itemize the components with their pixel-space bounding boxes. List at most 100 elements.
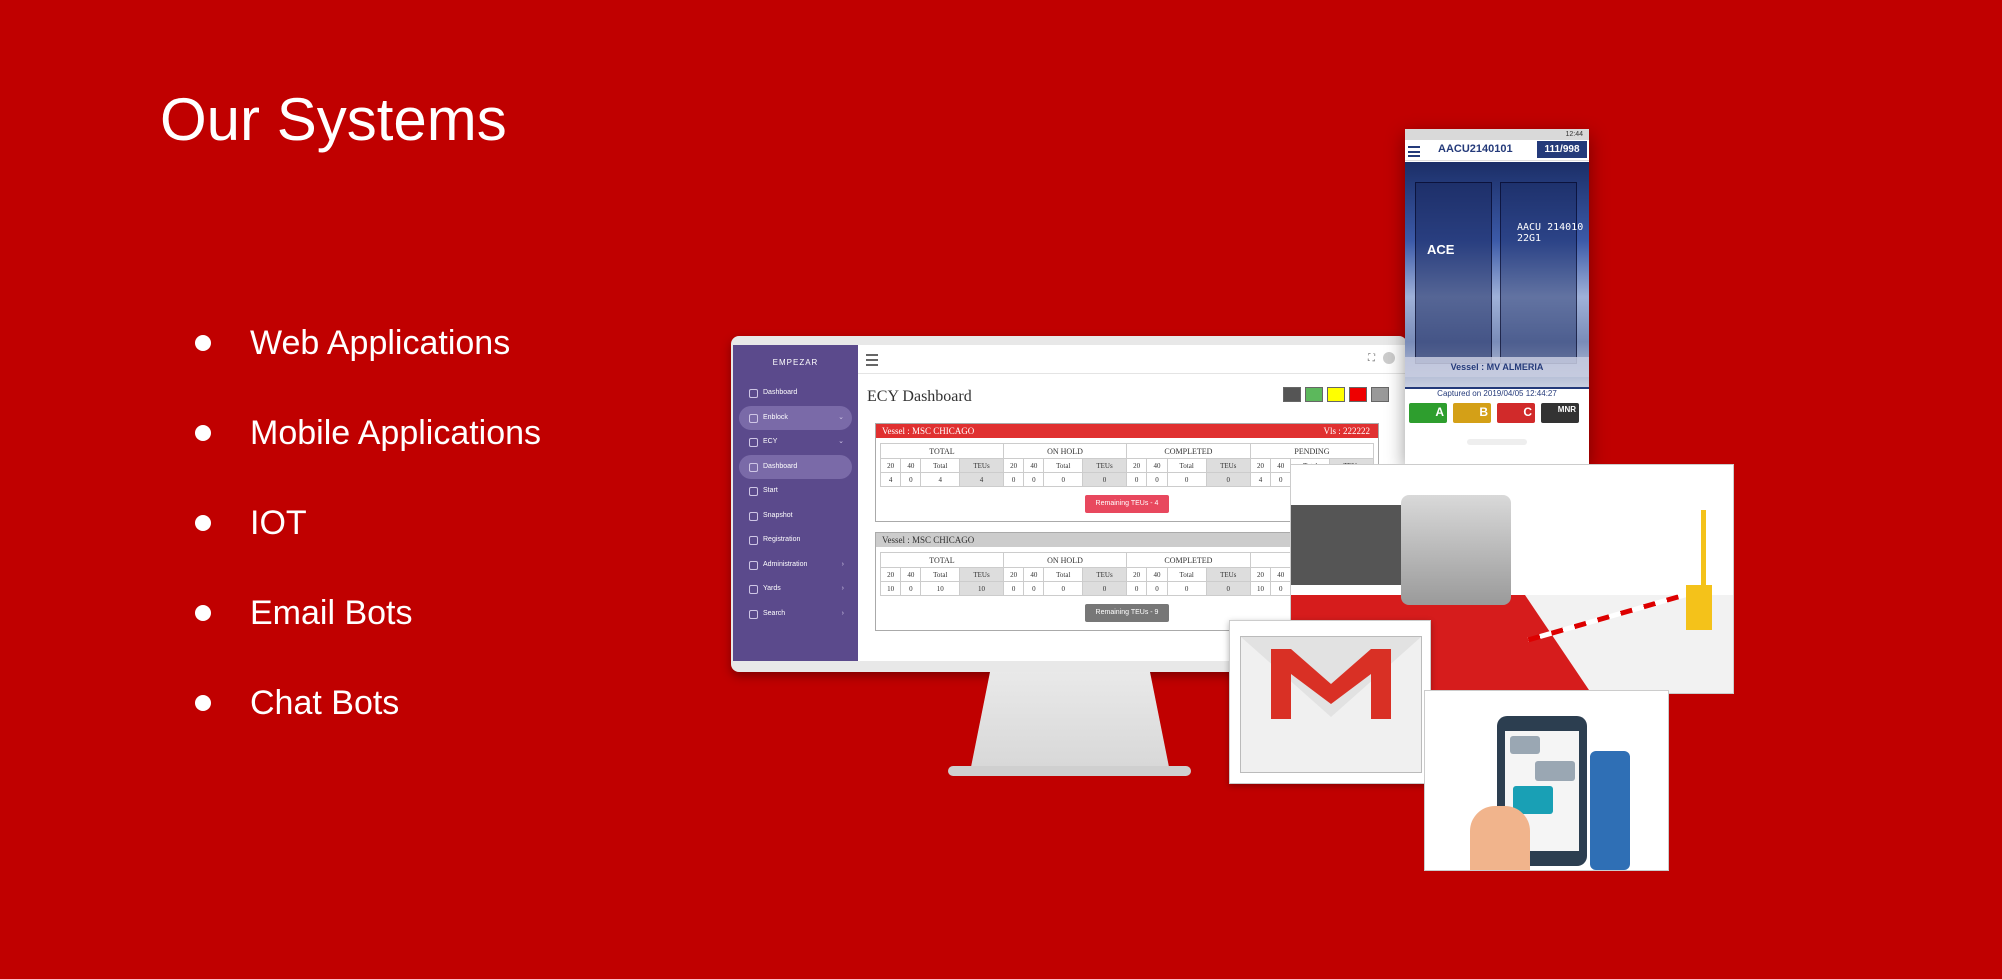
sidebar-items: Dashboard Enblock ⌄ ECY ⌄ Dashboard Start Snaps… bbox=[733, 381, 858, 626]
sidebar-item[interactable]: Registration bbox=[739, 528, 852, 553]
column-header: 40 bbox=[1146, 567, 1168, 582]
status-swatch[interactable] bbox=[1349, 387, 1367, 402]
table-cell: 0 bbox=[900, 581, 922, 596]
column-header: Total bbox=[1043, 567, 1084, 582]
table-cell: 0 bbox=[1125, 472, 1148, 487]
container-door bbox=[1415, 182, 1492, 364]
remaining-teus-button[interactable]: Remaining TEUs - 4 bbox=[1085, 495, 1169, 513]
column-header: 20 bbox=[1125, 567, 1148, 582]
envelope-icon bbox=[1240, 636, 1422, 773]
column-header: 20 bbox=[1125, 458, 1148, 473]
sidebar-item[interactable]: ECY ⌄ bbox=[739, 430, 852, 455]
sidebar-item[interactable]: Enblock ⌄ bbox=[739, 405, 852, 430]
grade-label: MNR bbox=[1557, 405, 1576, 414]
sidebar: EMPEZAR Dashboard Enblock ⌄ ECY ⌄ Dashboard St… bbox=[733, 345, 858, 661]
table-cell: 4 bbox=[920, 472, 961, 487]
chat-bubble-icon bbox=[1535, 761, 1575, 781]
remaining-teus-button[interactable]: Remaining TEUs - 9 bbox=[1085, 604, 1169, 622]
slide-title: Our Systems bbox=[160, 86, 507, 153]
column-header: 40 bbox=[1270, 458, 1292, 473]
status-swatch[interactable] bbox=[1305, 387, 1323, 402]
table-cell: 0 bbox=[1023, 581, 1045, 596]
grade-button[interactable]: B bbox=[1453, 403, 1491, 423]
table-cell: 0 bbox=[1270, 581, 1292, 596]
column-group-header: COMPLETED bbox=[1125, 443, 1251, 459]
sidebar-item-icon bbox=[749, 413, 758, 423]
chevron-icon: ⌄ bbox=[838, 438, 844, 445]
bullet-item: IOT bbox=[195, 498, 541, 588]
sidebar-item[interactable]: Snapshot bbox=[739, 504, 852, 529]
grade-label: C bbox=[1523, 405, 1532, 419]
fullscreen-icon[interactable]: ⛶ bbox=[1368, 353, 1375, 364]
column-header: TEUs bbox=[1082, 458, 1127, 473]
sidebar-item-icon bbox=[749, 438, 758, 447]
slide: Our Systems Web Applications Mobile Appl… bbox=[0, 0, 2002, 979]
vessel-name: Vessel : MSC CHICAGO bbox=[882, 535, 975, 545]
sidebar-item-icon bbox=[749, 609, 758, 619]
monitor-base bbox=[948, 766, 1191, 776]
table-cell: 0 bbox=[1146, 581, 1168, 596]
sidebar-item[interactable]: Search › bbox=[739, 602, 852, 627]
bullet-text: Mobile Applications bbox=[250, 414, 542, 452]
status-bar: 12:44 bbox=[1405, 129, 1589, 140]
sidebar-item[interactable]: Dashboard bbox=[739, 454, 852, 479]
photo-container-number: AACU 214010 22G1 bbox=[1517, 222, 1584, 244]
sidebar-item-label: Yards bbox=[763, 585, 781, 592]
grade-button[interactable]: C bbox=[1497, 403, 1535, 423]
bullet-item: Web Applications bbox=[195, 318, 541, 408]
column-header: 20 bbox=[1002, 458, 1025, 473]
column-header: 20 bbox=[1249, 458, 1272, 473]
column-header: 40 bbox=[1023, 567, 1045, 582]
column-header: 20 bbox=[1249, 567, 1272, 582]
table-cell: 4 bbox=[959, 472, 1004, 487]
grade-button[interactable]: A bbox=[1409, 403, 1447, 423]
sidebar-item[interactable]: Yards › bbox=[739, 577, 852, 602]
bullet-text: Email Bots bbox=[250, 594, 413, 632]
gmail-icon bbox=[1271, 649, 1391, 719]
chat-bot-image bbox=[1424, 690, 1669, 871]
sidebar-item-label: Enblock bbox=[763, 413, 788, 421]
sidebar-item[interactable]: Administration › bbox=[739, 553, 852, 578]
table-cell: 0 bbox=[1146, 472, 1168, 487]
grade-button[interactable]: MNR bbox=[1541, 403, 1579, 423]
chevron-icon: ⌄ bbox=[838, 413, 844, 421]
status-legend bbox=[1283, 387, 1389, 402]
table-cell: 0 bbox=[1002, 472, 1025, 487]
sidebar-item-icon bbox=[749, 585, 758, 594]
truck-cab bbox=[1401, 495, 1511, 605]
table-cell: 10 bbox=[1249, 581, 1272, 596]
mobile-header: AACU2140101 111/998 bbox=[1405, 140, 1589, 161]
table-cell: 0 bbox=[1002, 581, 1025, 596]
bullet-dot-icon bbox=[195, 425, 211, 441]
column-header: Total bbox=[920, 458, 961, 473]
menu-icon[interactable] bbox=[1408, 146, 1420, 157]
sidebar-item-icon bbox=[749, 462, 758, 472]
table-cell: 10 bbox=[920, 581, 961, 596]
sidebar-item[interactable]: Dashboard bbox=[739, 381, 852, 406]
vessel-name: Vessel : MSC CHICAGO bbox=[882, 426, 975, 436]
table-cell: 10 bbox=[959, 581, 1004, 596]
sidebar-item-label: Search bbox=[763, 609, 786, 617]
status-swatch[interactable] bbox=[1327, 387, 1345, 402]
table-cell: 0 bbox=[1125, 581, 1148, 596]
bullet-text: Chat Bots bbox=[250, 684, 400, 722]
column-group-header: ON HOLD bbox=[1002, 443, 1127, 459]
table-cell: 0 bbox=[1082, 472, 1127, 487]
mobile-app-screen: 12:44 AACU2140101 111/998 ACE AACU 21401… bbox=[1405, 129, 1589, 464]
photo-logo-text: ACE bbox=[1427, 242, 1455, 257]
bullet-dot-icon bbox=[195, 605, 211, 621]
sidebar-item-icon bbox=[749, 511, 758, 521]
sidebar-item-label: Dashboard bbox=[763, 462, 798, 470]
barrier-post bbox=[1686, 585, 1712, 630]
bullet-text: IOT bbox=[250, 504, 307, 542]
menu-icon[interactable] bbox=[866, 354, 878, 366]
status-swatch[interactable] bbox=[1371, 387, 1389, 402]
bullet-item: Mobile Applications bbox=[195, 408, 541, 498]
status-swatch[interactable] bbox=[1283, 387, 1301, 402]
column-header: 40 bbox=[900, 567, 922, 582]
sidebar-item[interactable]: Start bbox=[739, 479, 852, 504]
captured-timestamp: Captured on 2019/04/05 12:44:27 bbox=[1405, 387, 1589, 399]
column-header: TEUs bbox=[1205, 567, 1251, 582]
user-avatar[interactable] bbox=[1383, 352, 1395, 364]
bullet-text: Web Applications bbox=[250, 324, 511, 362]
